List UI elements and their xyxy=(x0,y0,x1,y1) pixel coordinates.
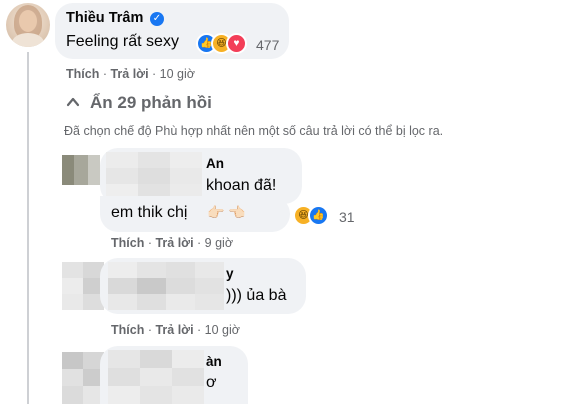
like-action[interactable]: Thích xyxy=(66,67,99,81)
comment-timestamp[interactable]: 10 giờ xyxy=(205,323,240,337)
reply-author-partial[interactable]: An xyxy=(206,156,224,171)
like-action[interactable]: Thích xyxy=(111,236,144,250)
reply-author-partial[interactable]: y xyxy=(226,266,234,281)
pointing-hand-icon: 👈🏻 xyxy=(228,204,246,220)
like-action[interactable]: Thích xyxy=(111,323,144,337)
verified-check-icon: ✓ xyxy=(150,12,164,26)
reply-text-line: khoan đã! xyxy=(206,177,277,194)
pointing-hand-icon: 👉🏻 xyxy=(207,204,225,220)
blurred-author-name xyxy=(106,152,202,200)
chevron-up-icon xyxy=(66,95,80,109)
reply-action[interactable]: Trả lời xyxy=(155,323,193,337)
reply-text-line: ơ xyxy=(206,374,217,391)
reaction-summary[interactable]: 👍 😆 ♥ xyxy=(196,33,256,54)
reply-avatar-blurred[interactable] xyxy=(62,352,104,404)
comment-timestamp[interactable]: 9 giờ xyxy=(205,236,233,250)
reaction-count[interactable]: 31 xyxy=(339,209,355,225)
like-icon: 👍 xyxy=(308,205,329,226)
reply-avatar-blurred[interactable] xyxy=(62,155,100,185)
blurred-author-name xyxy=(108,350,204,404)
reply-author-partial[interactable]: àn xyxy=(206,354,222,369)
blurred-author-name xyxy=(108,262,224,310)
filter-notice: Đã chọn chế độ Phù hợp nhất nên một số c… xyxy=(64,124,444,138)
reaction-summary[interactable]: 😆 👍 xyxy=(293,205,333,226)
reply-text-line: ))) ủa bà xyxy=(226,287,287,304)
reaction-count[interactable]: 477 xyxy=(256,37,279,53)
hide-replies-label: Ẩn 29 phản hồi xyxy=(90,93,212,112)
reply-actions: Thích · Trả lời · 9 giờ xyxy=(111,236,234,250)
thread-line xyxy=(27,52,29,404)
reply-actions: Thích · Trả lời · 10 giờ xyxy=(111,323,240,337)
comment-text: Feeling rất sexy xyxy=(66,33,179,50)
comment-author-name[interactable]: Thiều Trâm xyxy=(66,10,143,26)
reply-action[interactable]: Trả lời xyxy=(155,236,193,250)
reply-action[interactable]: Trả lời xyxy=(110,67,148,81)
comment-actions: Thích · Trả lời · 10 giờ xyxy=(66,67,195,81)
love-icon: ♥ xyxy=(226,33,247,54)
author-avatar[interactable] xyxy=(6,3,50,47)
reply-text-line: em thik chị xyxy=(111,204,188,221)
comment-timestamp[interactable]: 10 giờ xyxy=(160,67,195,81)
reply-avatar-blurred[interactable] xyxy=(62,262,104,310)
